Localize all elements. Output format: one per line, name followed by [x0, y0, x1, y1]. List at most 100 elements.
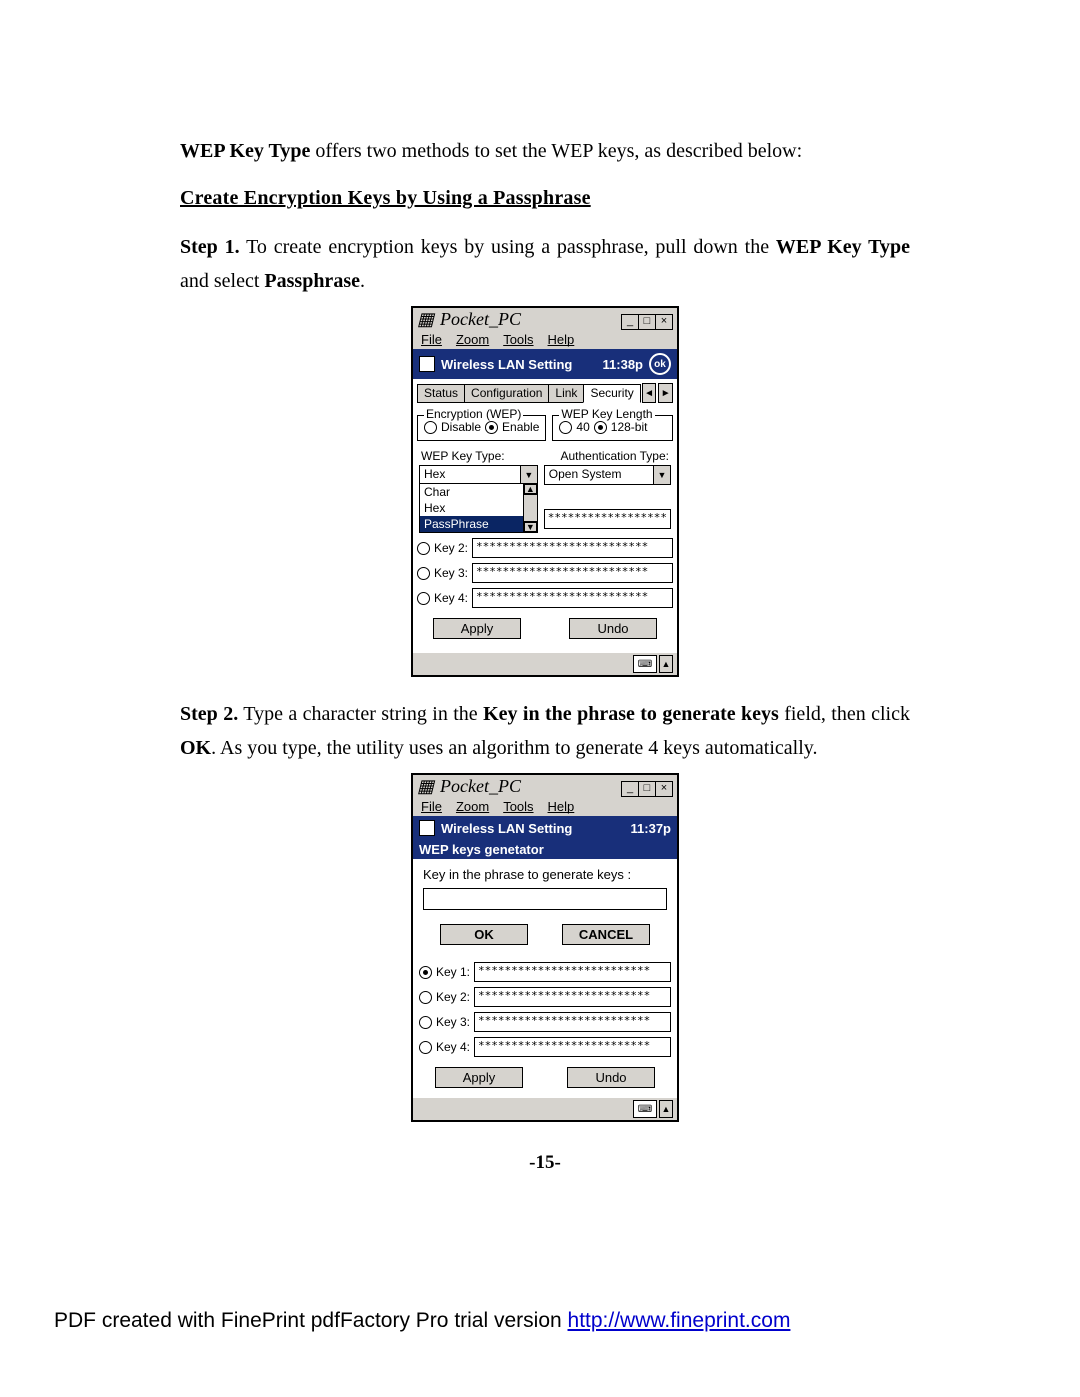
passphrase-input[interactable]	[423, 888, 667, 910]
menu-help[interactable]: Help	[548, 799, 575, 814]
key4-field[interactable]: **************************	[474, 1037, 671, 1057]
key2-field[interactable]: **************************	[472, 538, 673, 558]
menu-file[interactable]: File	[421, 332, 442, 347]
subheader: WEP keys genetator	[413, 840, 677, 859]
sip-up-icon[interactable]: ▲	[659, 655, 673, 673]
window-buttons[interactable]: _□×	[622, 775, 673, 797]
tab-status[interactable]: Status	[417, 384, 465, 403]
doc-icon	[419, 356, 435, 372]
radio-128[interactable]	[594, 421, 607, 434]
step1-paragraph: Step 1. To create encryption keys by usi…	[180, 230, 910, 298]
minimize-button[interactable]: _	[621, 781, 639, 797]
page-number: -15-	[180, 1152, 910, 1174]
intro-bold: WEP Key Type	[180, 140, 310, 162]
key3-field[interactable]: **************************	[472, 563, 673, 583]
dropdown-item-hex[interactable]: Hex	[420, 500, 537, 516]
scroll-down-icon[interactable]: ▼	[524, 522, 537, 532]
app-title: Wireless LAN Setting	[441, 821, 572, 836]
cancel-button[interactable]: CANCEL	[562, 924, 650, 945]
window-titlebar[interactable]: ▦ Pocket_PC _□×	[413, 775, 677, 797]
wep-key-type-value: Hex	[420, 466, 520, 484]
tab-scroll-left[interactable]: ◄	[642, 383, 657, 403]
close-button[interactable]: ×	[655, 781, 673, 797]
radio-key2[interactable]	[419, 991, 432, 1004]
tab-strip: Status Configuration Link Security ◄ ►	[417, 383, 673, 403]
dropdown-item-char[interactable]: Char	[420, 484, 537, 500]
clock: 11:38p	[603, 357, 643, 372]
key1-field-partial[interactable]: ******************	[544, 509, 671, 529]
undo-button[interactable]: Undo	[567, 1067, 655, 1088]
radio-enable[interactable]	[485, 421, 498, 434]
radio-key3[interactable]	[417, 567, 430, 580]
window-titlebar[interactable]: ▦ Pocket_PC _□×	[413, 308, 677, 330]
auth-type-value: Open System	[545, 466, 653, 484]
menu-tools[interactable]: Tools	[503, 799, 533, 814]
window-buttons[interactable]: _□×	[622, 308, 673, 330]
key3-field[interactable]: **************************	[474, 1012, 671, 1032]
dropdown-scrollbar[interactable]: ▲ ▼	[523, 484, 537, 532]
radio-disable[interactable]	[424, 421, 437, 434]
fineprint-link[interactable]: http://www.fineprint.com	[568, 1309, 791, 1332]
radio-key3[interactable]	[419, 1016, 432, 1029]
tab-configuration[interactable]: Configuration	[464, 384, 549, 403]
wep-key-type-dropdown: Char Hex PassPhrase ▲ ▼	[419, 483, 538, 533]
clock: 11:37p	[631, 821, 671, 836]
pocketpc-window-step2: ▦ Pocket_PC _□× File Zoom Tools Help Wir…	[411, 773, 679, 1122]
pocketpc-window-step1: ▦ Pocket_PC _□× File Zoom Tools Help Wir…	[411, 306, 679, 677]
apply-button[interactable]: Apply	[435, 1067, 523, 1088]
pdf-footer: PDF created with FinePrint pdfFactory Pr…	[54, 1309, 790, 1333]
section-heading: Create Encryption Keys by Using a Passph…	[180, 187, 910, 210]
key2-field[interactable]: **************************	[474, 987, 671, 1007]
apply-button[interactable]: Apply	[433, 618, 521, 639]
group-encryption-legend: Encryption (WEP)	[424, 407, 523, 421]
maximize-button[interactable]: □	[638, 781, 656, 797]
auth-type-label: Authentication Type:	[560, 449, 669, 463]
menu-bar: File Zoom Tools Help	[413, 330, 677, 349]
radio-40[interactable]	[559, 421, 572, 434]
window-title: Pocket_PC	[440, 776, 521, 797]
radio-key4[interactable]	[417, 592, 430, 605]
menu-tools[interactable]: Tools	[503, 332, 533, 347]
step2-paragraph: Step 2. Type a character string in the K…	[180, 697, 910, 765]
menu-file[interactable]: File	[421, 799, 442, 814]
tab-link[interactable]: Link	[548, 384, 584, 403]
app-header: Wireless LAN Setting 11:37p	[413, 816, 677, 840]
radio-key4[interactable]	[419, 1041, 432, 1054]
undo-button[interactable]: Undo	[569, 618, 657, 639]
chevron-down-icon[interactable]: ▼	[653, 466, 670, 484]
menu-zoom[interactable]: Zoom	[456, 332, 489, 347]
step2-label: Step 2.	[180, 703, 238, 725]
minimize-button[interactable]: _	[621, 314, 639, 330]
group-encryption: Encryption (WEP) Disable Enable	[417, 415, 546, 441]
menu-help[interactable]: Help	[548, 332, 575, 347]
ok-button[interactable]: ok	[649, 353, 671, 375]
chevron-down-icon[interactable]: ▼	[520, 466, 537, 484]
scroll-track[interactable]	[524, 494, 537, 522]
intro-paragraph: WEP Key Type offers two methods to set t…	[180, 140, 910, 163]
keyboard-icon[interactable]: ⌨	[633, 655, 657, 673]
wep-key-type-select[interactable]: Hex ▼ Char Hex PassPhrase ▲ ▼	[419, 465, 538, 529]
app-icon: ▦	[417, 309, 434, 330]
tab-scroll-right[interactable]: ►	[658, 383, 673, 403]
close-button[interactable]: ×	[655, 314, 673, 330]
keyboard-icon[interactable]: ⌨	[633, 1100, 657, 1118]
app-icon: ▦	[417, 776, 434, 797]
sip-up-icon[interactable]: ▲	[659, 1100, 673, 1118]
scroll-up-icon[interactable]: ▲	[524, 484, 537, 494]
tab-security[interactable]: Security	[583, 384, 640, 403]
group-keylength: WEP Key Length 40 128-bit	[552, 415, 673, 441]
doc-icon	[419, 820, 435, 836]
window-title: Pocket_PC	[440, 309, 521, 330]
maximize-button[interactable]: □	[638, 314, 656, 330]
auth-type-select[interactable]: Open System ▼ ******************	[544, 465, 671, 529]
menu-zoom[interactable]: Zoom	[456, 799, 489, 814]
key4-field[interactable]: **************************	[472, 588, 673, 608]
key1-field[interactable]: **************************	[474, 962, 671, 982]
dropdown-item-passphrase[interactable]: PassPhrase	[420, 516, 537, 532]
app-header: Wireless LAN Setting 11:38p ok	[413, 349, 677, 379]
radio-key2[interactable]	[417, 542, 430, 555]
radio-key1[interactable]	[419, 966, 432, 979]
wep-key-type-label: WEP Key Type:	[421, 449, 505, 463]
ok-button[interactable]: OK	[440, 924, 528, 945]
step1-label: Step 1.	[180, 236, 240, 258]
